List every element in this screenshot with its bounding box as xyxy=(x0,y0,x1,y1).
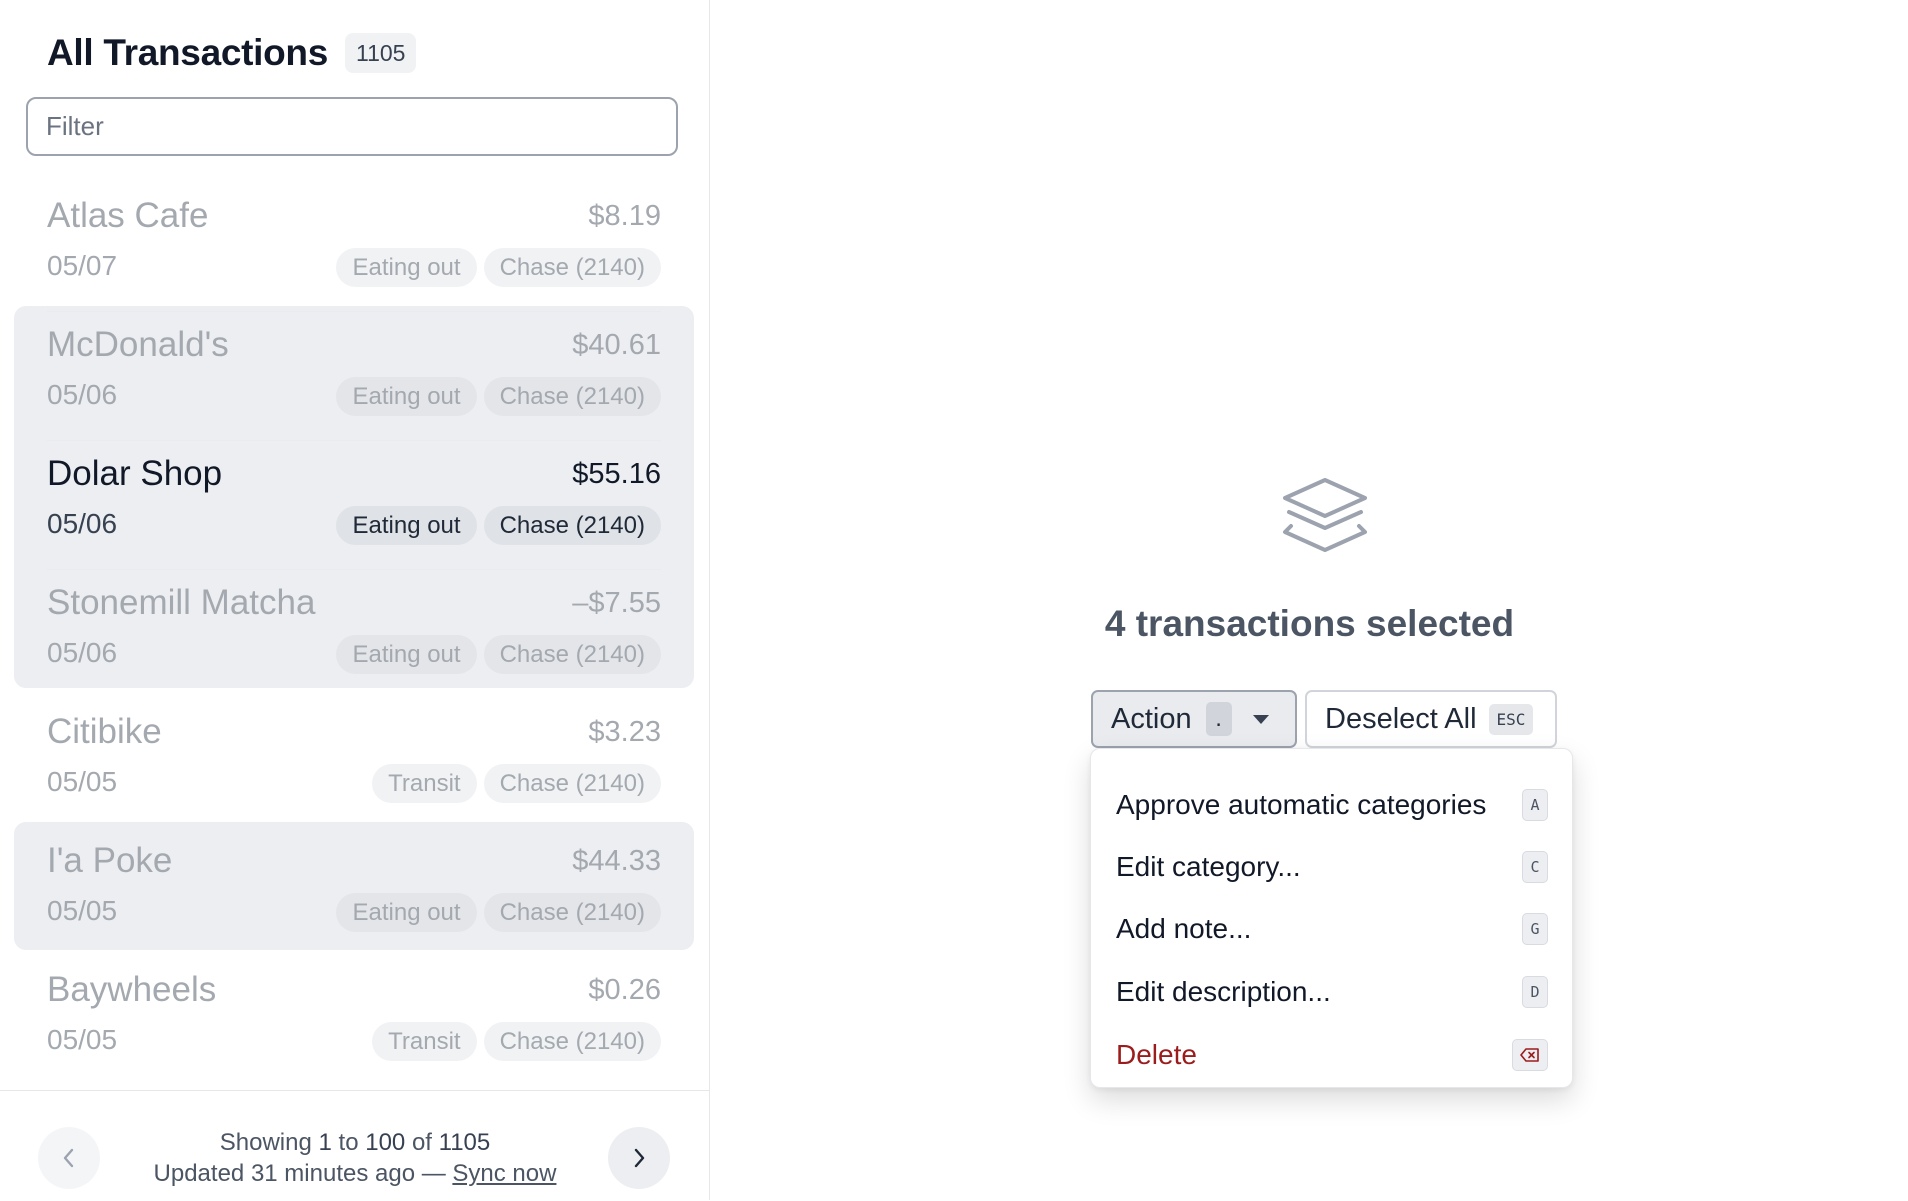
transaction-date: 05/06 xyxy=(47,637,118,668)
account-pill: Chase (2140) xyxy=(483,506,661,545)
menu-item-edit-category[interactable]: Edit category... C xyxy=(1116,844,1548,890)
showing-label: Showing xyxy=(219,1129,312,1156)
transaction-amount: –$7.55 xyxy=(572,587,661,619)
merchant-name: Atlas Cafe xyxy=(47,196,209,235)
menu-item-edit-description[interactable]: Edit description... D xyxy=(1116,969,1548,1015)
deselect-label: Deselect All xyxy=(1325,702,1477,735)
chevron-right-icon xyxy=(634,1148,645,1168)
range-end: 100 xyxy=(365,1129,406,1156)
backspace-shortcut-key xyxy=(1512,1039,1548,1071)
merchant-name: McDonald's xyxy=(47,325,229,364)
of-label: of xyxy=(411,1129,432,1156)
category-pill: Eating out xyxy=(336,635,477,674)
sync-now-link[interactable]: Sync now xyxy=(452,1160,556,1187)
next-page-button[interactable] xyxy=(608,1127,670,1189)
selection-panel: 4 transactions selected Action . Deselec… xyxy=(711,0,1908,1200)
showing-line: Showing 1 to 100 of 1105 xyxy=(0,1127,710,1158)
category-pill: Eating out xyxy=(336,248,477,287)
account-pill: Chase (2140) xyxy=(483,248,661,287)
tag-group: Transit Chase (2140) xyxy=(372,764,661,803)
merchant-name: I'a Poke xyxy=(47,841,173,880)
merchant-name: Dolar Shop xyxy=(47,454,223,493)
action-menu: Approve automatic categories A Edit cate… xyxy=(1090,748,1573,1088)
shortcut-key: D xyxy=(1522,976,1548,1008)
pagination-info: Showing 1 to 100 of 1105 Updated 31 minu… xyxy=(0,1127,710,1189)
merchant-name: Stonemill Matcha xyxy=(47,583,316,622)
action-dropdown-button[interactable]: Action . xyxy=(1091,690,1297,748)
action-label: Action xyxy=(1111,702,1192,735)
transaction-date: 05/06 xyxy=(47,508,118,539)
transaction-count-badge: 1105 xyxy=(345,33,417,73)
action-shortcut-key: . xyxy=(1205,702,1232,736)
menu-item-label: Add note... xyxy=(1116,913,1252,944)
transaction-date: 05/05 xyxy=(47,766,118,797)
tag-group: Eating out Chase (2140) xyxy=(336,377,661,416)
menu-item-label: Approve automatic categories xyxy=(1116,789,1487,820)
account-pill: Chase (2140) xyxy=(483,893,661,932)
transaction-amount: $44.33 xyxy=(572,845,661,877)
category-pill: Eating out xyxy=(336,377,477,416)
account-pill: Chase (2140) xyxy=(483,1022,661,1061)
account-pill: Chase (2140) xyxy=(483,764,661,803)
transaction-date: 05/07 xyxy=(47,250,118,281)
transaction-amount: $3.23 xyxy=(588,716,661,748)
menu-item-label: Delete xyxy=(1116,1039,1197,1070)
menu-item-label: Edit category... xyxy=(1116,851,1301,882)
transaction-row[interactable]: McDonald's $40.61 05/06 Eating out Chase… xyxy=(47,313,661,441)
esc-shortcut-key: ESC xyxy=(1488,703,1534,735)
merchant-name: Citibike xyxy=(47,712,162,751)
transaction-row[interactable]: Stonemill Matcha –$7.55 05/06 Eating out… xyxy=(47,571,661,699)
range-start: 1 xyxy=(318,1129,332,1156)
menu-item-approve-categories[interactable]: Approve automatic categories A xyxy=(1116,782,1548,828)
transaction-amount: $0.26 xyxy=(588,974,661,1006)
backspace-icon xyxy=(1520,1048,1539,1062)
transaction-row[interactable]: Atlas Cafe $8.19 05/07 Eating out Chase … xyxy=(47,184,661,312)
transaction-date: 05/05 xyxy=(47,1024,118,1055)
transaction-row[interactable]: I'a Poke $44.33 05/05 Eating out Chase (… xyxy=(47,829,661,957)
menu-item-add-note[interactable]: Add note... G xyxy=(1116,906,1548,952)
account-pill: Chase (2140) xyxy=(483,635,661,674)
updated-text: Updated 31 minutes ago — xyxy=(153,1160,446,1187)
row-divider xyxy=(47,569,661,570)
transaction-row[interactable]: Baywheels $0.26 05/05 Transit Chase (214… xyxy=(47,958,661,1084)
menu-item-delete[interactable]: Delete xyxy=(1116,1032,1548,1078)
category-pill: Transit xyxy=(372,764,477,803)
range-total: 1105 xyxy=(438,1129,491,1156)
pagination-footer: Showing 1 to 100 of 1105 Updated 31 minu… xyxy=(0,1090,710,1201)
transaction-date: 05/05 xyxy=(47,895,118,926)
updated-line: Updated 31 minutes ago — Sync now xyxy=(0,1158,710,1189)
transaction-amount: $55.16 xyxy=(572,458,661,490)
menu-item-label: Edit description... xyxy=(1116,976,1331,1007)
transaction-list: Atlas Cafe $8.19 05/07 Eating out Chase … xyxy=(0,184,710,1084)
caret-down-icon xyxy=(1252,715,1269,724)
to-label: to xyxy=(338,1129,359,1156)
selection-count-heading: 4 transactions selected xyxy=(1104,603,1515,644)
category-pill: Transit xyxy=(372,1022,477,1061)
account-pill: Chase (2140) xyxy=(483,377,661,416)
filter-input[interactable] xyxy=(26,97,678,156)
transaction-row[interactable]: Citibike $3.23 05/05 Transit Chase (2140… xyxy=(47,700,661,828)
merchant-name: Baywheels xyxy=(47,970,217,1009)
deselect-all-button[interactable]: Deselect All ESC xyxy=(1305,690,1557,748)
transaction-amount: $8.19 xyxy=(588,200,661,232)
tag-group: Eating out Chase (2140) xyxy=(336,893,661,932)
tag-group: Transit Chase (2140) xyxy=(372,1022,661,1061)
shortcut-key: C xyxy=(1522,851,1548,883)
tag-group: Eating out Chase (2140) xyxy=(336,248,661,287)
layers-icon xyxy=(1283,478,1367,552)
page-title: All Transactions xyxy=(47,32,329,73)
shortcut-key: A xyxy=(1522,789,1548,821)
category-pill: Eating out xyxy=(336,893,477,932)
row-divider xyxy=(47,311,661,312)
transaction-amount: $40.61 xyxy=(572,329,661,361)
shortcut-key: G xyxy=(1522,913,1548,945)
sidebar: All Transactions 1105 Atlas Cafe $8.19 0… xyxy=(0,0,710,1200)
transaction-row[interactable]: Dolar Shop $55.16 05/06 Eating out Chase… xyxy=(47,442,661,570)
transaction-date: 05/06 xyxy=(47,379,118,410)
category-pill: Eating out xyxy=(336,506,477,545)
row-divider xyxy=(47,440,661,441)
tag-group: Eating out Chase (2140) xyxy=(336,635,661,674)
tag-group: Eating out Chase (2140) xyxy=(336,506,661,545)
sidebar-header: All Transactions 1105 xyxy=(47,32,417,74)
